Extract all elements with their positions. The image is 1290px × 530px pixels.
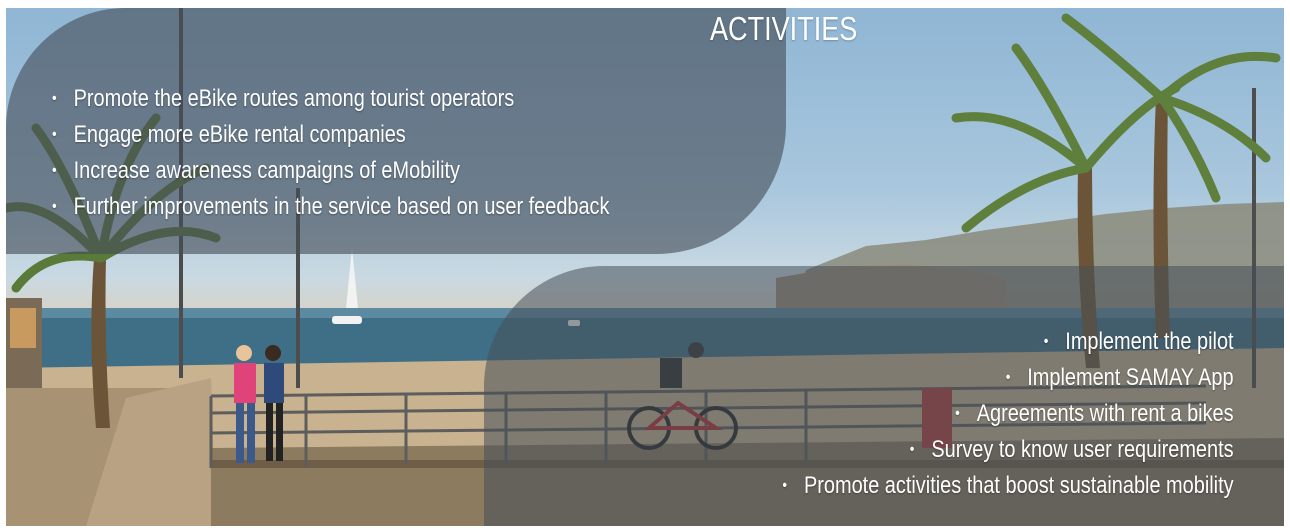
list-item: Agreements with rent a bikes xyxy=(783,396,1234,432)
list-item: Further improvements in the service base… xyxy=(52,189,610,225)
list-item: Promote the eBike routes among tourist o… xyxy=(52,81,609,117)
list-item: Implement the pilot xyxy=(783,324,1234,360)
list-item: Engage more eBike rental companies xyxy=(52,117,609,153)
slide-title: ACTIVITIES xyxy=(710,10,858,47)
list-item: Promote activities that boost sustainabl… xyxy=(783,468,1234,504)
list-item: Increase awareness campaigns of eMobilit… xyxy=(52,153,609,189)
right-activity-list: Implement the pilot Implement SAMAY App … xyxy=(783,324,1234,504)
slide: ACTIVITIES Promote the eBike routes amon… xyxy=(6,8,1284,526)
list-item: Survey to know user requirements xyxy=(783,432,1234,468)
list-item: Implement SAMAY App xyxy=(783,360,1234,396)
left-activity-list: Promote the eBike routes among tourist o… xyxy=(52,81,610,225)
